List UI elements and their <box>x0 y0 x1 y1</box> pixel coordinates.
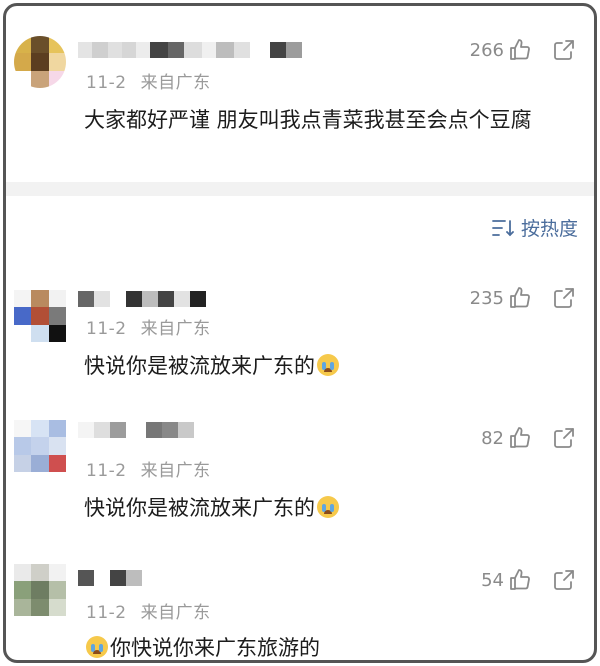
thumbs-up-icon <box>510 287 530 308</box>
sort-by-hot-button[interactable]: 按热度 <box>491 214 578 241</box>
share-icon[interactable] <box>552 426 576 450</box>
comment-meta: 11-2 来自广东 <box>86 68 211 93</box>
like-button[interactable]: 82 <box>481 426 532 450</box>
comment-text-row: 你快说你来广东旅游的 <box>84 630 580 660</box>
comment-panel: 11-2 来自广东 266 大家都好严谨 朋友叫我点青菜我甚至会点个豆腐 按热度 … <box>3 3 597 663</box>
comment-date: 11-2 <box>86 603 127 623</box>
avatar[interactable] <box>14 290 66 342</box>
comment-item: 11-2 来自广东 54 你快说你来广东旅游的 <box>6 560 594 660</box>
comment-location: 来自广东 <box>140 73 211 93</box>
comment-location: 来自广东 <box>140 461 211 481</box>
share-icon[interactable] <box>552 38 576 62</box>
share-icon[interactable] <box>552 568 576 592</box>
comment-date: 11-2 <box>86 461 127 481</box>
sort-lines-icon <box>492 219 514 236</box>
comment-text-row: 快说你是被流放来广东的 <box>84 348 580 384</box>
username-blurred[interactable] <box>78 291 206 307</box>
comment-meta: 11-2 来自广东 <box>86 314 211 339</box>
avatar[interactable] <box>14 564 66 616</box>
like-count: 266 <box>469 39 504 61</box>
comment-date: 11-2 <box>86 319 127 339</box>
thumbs-up-icon <box>510 427 530 448</box>
comment-date: 11-2 <box>86 73 127 93</box>
comment-text: 大家都好严谨 朋友叫我点青菜我甚至会点个豆腐 <box>84 108 532 132</box>
crying-face-emoji <box>86 636 108 658</box>
share-icon[interactable] <box>552 286 576 310</box>
thumbs-up-icon <box>510 569 530 590</box>
like-button[interactable]: 54 <box>481 568 532 592</box>
comment-item: 11-2 来自广东 266 大家都好严谨 朋友叫我点青菜我甚至会点个豆腐 <box>6 6 594 182</box>
like-button[interactable]: 235 <box>470 286 532 310</box>
comment-meta: 11-2 来自广东 <box>86 456 211 481</box>
username-blurred[interactable] <box>78 422 194 438</box>
sort-label: 按热度 <box>520 218 578 240</box>
comment-text: 你快说你来广东旅游的 <box>110 636 320 660</box>
like-button[interactable]: 266 <box>470 38 532 62</box>
comment-text: 快说你是被流放来广东的 <box>84 354 315 378</box>
crying-face-emoji <box>317 354 339 376</box>
comment-item: 11-2 来自广东 235 快说你是被流放来广东的 <box>6 276 594 406</box>
like-count: 54 <box>481 569 504 591</box>
crying-face-emoji <box>317 496 339 518</box>
like-count: 82 <box>481 427 504 449</box>
comment-text: 快说你是被流放来广东的 <box>84 496 315 520</box>
comment-location: 来自广东 <box>140 603 211 623</box>
comment-location: 来自广东 <box>140 319 211 339</box>
username-blurred[interactable] <box>78 570 142 586</box>
comment-item: 11-2 来自广东 82 快说你是被流放来广东的 <box>6 418 594 548</box>
section-divider <box>6 182 594 196</box>
comment-text-row: 快说你是被流放来广东的 <box>84 490 580 526</box>
thumbs-up-icon <box>510 39 530 60</box>
comment-meta: 11-2 来自广东 <box>86 598 211 623</box>
avatar[interactable] <box>14 420 66 472</box>
username-blurred[interactable] <box>78 42 302 58</box>
avatar[interactable] <box>14 36 66 88</box>
like-count: 235 <box>469 287 504 309</box>
